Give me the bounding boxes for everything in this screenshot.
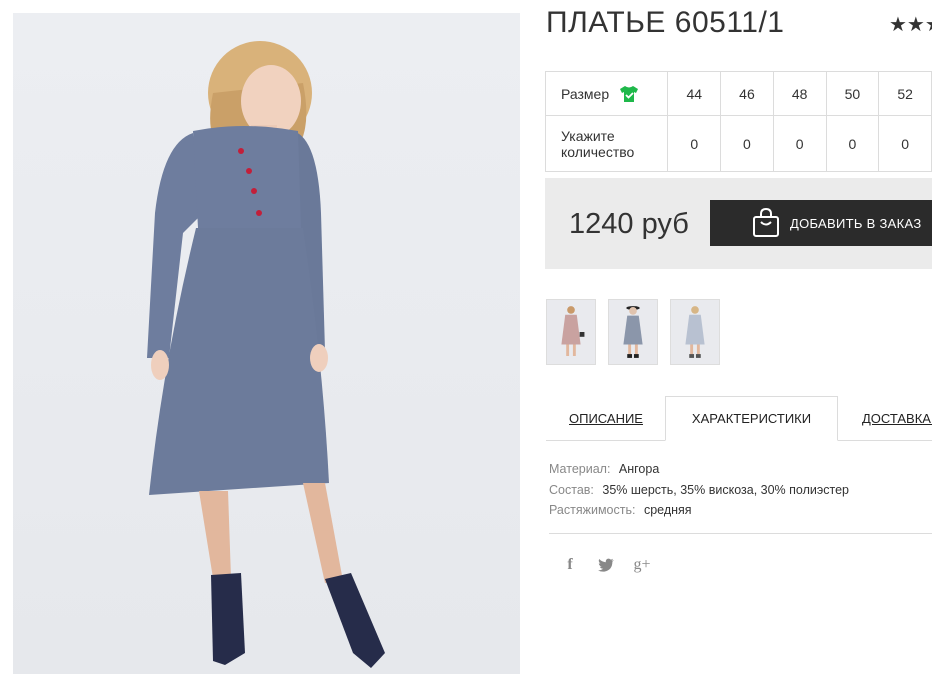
size-chart-icon[interactable] — [619, 85, 639, 103]
price: 1240 руб — [569, 208, 689, 240]
social-share: f g+ — [560, 556, 652, 574]
thumbnail-light-grey-image — [685, 306, 705, 358]
thumbnail-grey-hat[interactable] — [608, 299, 658, 365]
add-to-order-button[interactable]: ДОБАВИТЬ В ЗАКАЗ — [710, 200, 932, 246]
tab-delivery[interactable]: ДОСТАВКА И — [848, 396, 932, 441]
spec-material-value: Ангора — [618, 462, 660, 476]
thumbnail-pink-image — [561, 306, 585, 356]
social-divider — [549, 533, 932, 534]
quantity-input-44[interactable]: 0 — [667, 115, 722, 172]
size-option-46[interactable]: 46 — [720, 71, 774, 116]
googleplus-icon[interactable]: g+ — [632, 556, 652, 574]
spec-stretch-key: Растяжимость: — [549, 503, 636, 517]
spec-stretch: Растяжимость: средняя — [549, 500, 849, 521]
quantity-label: Укажите количество — [544, 115, 669, 172]
thumbnail-pink[interactable] — [546, 299, 596, 365]
spec-material-key: Материал: — [549, 462, 611, 476]
size-row: Размер 44 46 48 50 52 — [544, 71, 932, 116]
size-option-48[interactable]: 48 — [772, 71, 827, 116]
size-option-52[interactable]: 52 — [878, 71, 932, 116]
price-panel: 1240 руб ДОБАВИТЬ В ЗАКАЗ — [545, 178, 932, 269]
size-option-50[interactable]: 50 — [825, 71, 880, 116]
product-title: ПЛАТЬЕ 60511/1 — [546, 6, 785, 39]
spec-stretch-value: средняя — [643, 503, 692, 517]
spec-material: Материал: Ангора — [549, 459, 849, 480]
add-to-order-label: ДОБАВИТЬ В ЗАКАЗ — [790, 215, 922, 231]
model-illustration — [147, 41, 385, 668]
twitter-icon[interactable] — [598, 558, 614, 572]
thumbnail-gallery — [546, 299, 720, 365]
quantity-input-52[interactable]: 0 — [878, 115, 932, 172]
thumbnail-light-grey[interactable] — [670, 299, 720, 365]
spec-composition-key: Состав: — [549, 482, 594, 497]
spec-composition: Состав: 35% шерсть, 35% вискоза, 30% пол… — [549, 480, 849, 501]
size-label: Размер — [561, 85, 610, 102]
spec-composition-value: 35% шерсть, 35% вискоза, 30% полиэстер — [602, 482, 849, 497]
quantity-input-48[interactable]: 0 — [772, 115, 827, 172]
tab-characteristics-label: ХАРАКТЕРИСТИКИ — [691, 411, 812, 426]
facebook-icon[interactable]: f — [560, 556, 580, 574]
size-label-cell: Размер — [544, 71, 669, 116]
quantity-input-46[interactable]: 0 — [720, 115, 774, 172]
thumbnail-grey-hat-image — [623, 306, 643, 358]
specifications: Материал: Ангора Состав: 35% шерсть, 35%… — [549, 459, 849, 521]
tab-characteristics[interactable]: ХАРАКТЕРИСТИКИ — [665, 396, 838, 441]
tab-delivery-label: ДОСТАВКА И — [862, 411, 932, 426]
product-tabs: ОПИСАНИЕ ХАРАКТЕРИСТИКИ ДОСТАВКА И — [546, 396, 932, 441]
tab-description-label: ОПИСАНИЕ — [569, 411, 643, 426]
shopping-bag-icon — [753, 208, 779, 237]
rating-stars[interactable]: ★★★ — [889, 12, 932, 37]
quantity-row: Укажите количество 0 0 0 0 0 — [544, 115, 932, 172]
size-table: Размер 44 46 48 50 52 Укажите количество… — [544, 71, 932, 172]
tab-description[interactable]: ОПИСАНИЕ — [546, 396, 666, 441]
product-main-photo[interactable] — [13, 13, 520, 674]
size-option-44[interactable]: 44 — [667, 71, 722, 116]
quantity-input-50[interactable]: 0 — [825, 115, 880, 172]
